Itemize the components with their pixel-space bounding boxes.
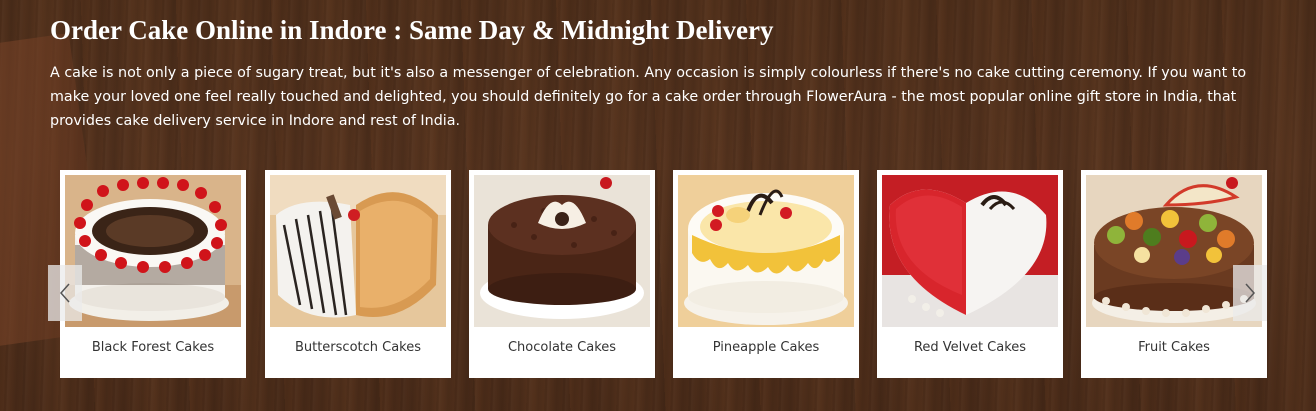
black-forest-cake-image[interactable] bbox=[65, 175, 241, 327]
cake-category-carousel: Black Forest Cakes Butterscotch Cakes Ch… bbox=[0, 0, 1316, 411]
red-velvet-cake-image[interactable] bbox=[882, 175, 1058, 327]
chevron-right-icon bbox=[1245, 283, 1256, 303]
category-label[interactable]: Red Velvet Cakes bbox=[877, 340, 1063, 355]
category-label[interactable]: Pineapple Cakes bbox=[673, 340, 859, 355]
chevron-left-icon bbox=[59, 283, 70, 303]
chocolate-cake-image[interactable] bbox=[474, 175, 650, 327]
category-card-chocolate[interactable]: Chocolate Cakes bbox=[469, 170, 655, 378]
category-label[interactable]: Chocolate Cakes bbox=[469, 340, 655, 355]
carousel-next-button[interactable] bbox=[1233, 265, 1267, 321]
category-label[interactable]: Butterscotch Cakes bbox=[265, 340, 451, 355]
pineapple-cake-image[interactable] bbox=[678, 175, 854, 327]
carousel-prev-button[interactable] bbox=[48, 265, 82, 321]
category-label[interactable]: Fruit Cakes bbox=[1081, 340, 1267, 355]
category-card-pineapple[interactable]: Pineapple Cakes bbox=[673, 170, 859, 378]
category-label[interactable]: Black Forest Cakes bbox=[60, 340, 246, 355]
butterscotch-cake-image[interactable] bbox=[270, 175, 446, 327]
category-card-butterscotch[interactable]: Butterscotch Cakes bbox=[265, 170, 451, 378]
category-card-black-forest[interactable]: Black Forest Cakes bbox=[60, 170, 246, 378]
category-card-red-velvet[interactable]: Red Velvet Cakes bbox=[877, 170, 1063, 378]
